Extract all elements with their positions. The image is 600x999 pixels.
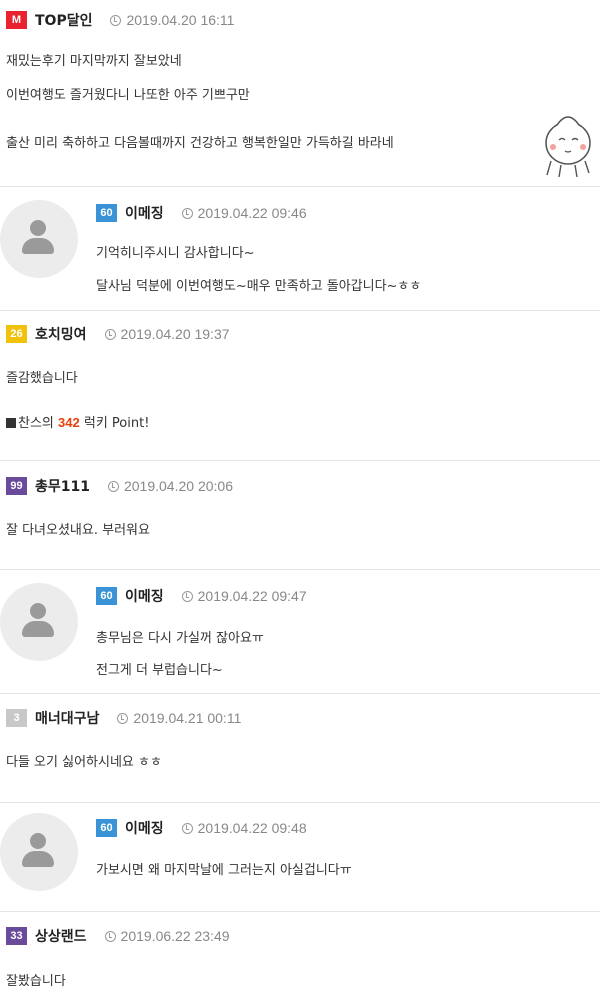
comment-text: 기억히니주시니 감사합니다~ [96, 246, 255, 261]
comment-date: 2019.04.21 00:11 [133, 710, 242, 726]
level-badge: 60 [96, 819, 117, 837]
comment-header: M TOP달인 2019.04.20 16:11 [6, 10, 234, 30]
comment-text: 재밌는후기 마지막까지 잘보았네 [6, 54, 182, 69]
comment-header: 99 총무111 2019.04.20 20:06 [6, 476, 233, 496]
comment-item: 3 매너대구남 2019.04.21 00:11 다들 오기 싫어하시네요 ㅎㅎ [0, 694, 600, 803]
comment-date: 2019.06.22 23:49 [120, 928, 230, 944]
author-name[interactable]: 이메징 [125, 586, 164, 606]
comment-text: 즐감했습니다 [6, 371, 78, 386]
comment-text: 가보시면 왜 마지막날에 그러는지 아실겁니다ㅠ [96, 863, 352, 878]
avatar [0, 583, 78, 661]
comment-text: 전그게 더 부럽습니다~ [96, 663, 223, 678]
comment-header: 33 상상랜드 2019.06.22 23:49 [6, 926, 230, 946]
clock-icon [181, 207, 193, 219]
level-badge: M [6, 11, 27, 29]
level-badge: 60 [96, 204, 117, 222]
reply-item: 60 이메징 2019.04.22 09:48 가보시면 왜 마지막날에 그러는… [0, 803, 600, 912]
author-name[interactable]: 호치밍여 [35, 324, 87, 344]
comment-item: 26 호치밍여 2019.04.20 19:37 즐감했습니다 찬스의 342 … [0, 311, 600, 461]
comment-date: 2019.04.22 09:46 [197, 205, 307, 221]
avatar [0, 813, 78, 891]
level-badge: 99 [6, 477, 27, 495]
comment-item: M TOP달인 2019.04.20 16:11 재밌는후기 마지막까지 잘보았… [0, 0, 600, 187]
author-name[interactable]: 이메징 [125, 818, 164, 838]
comment-text: 출산 미리 축하하고 다음볼때까지 건강하고 행복한일만 가득하길 바라네 [6, 136, 394, 151]
comment-text: 이번여행도 즐거웠다니 나또한 아주 기쁘구만 [6, 88, 250, 103]
author-name[interactable]: 상상랜드 [35, 926, 87, 946]
lucky-point-line: 찬스의 342 럭키 Point! [6, 412, 149, 431]
clock-icon [117, 712, 129, 724]
reply-item: 60 이메징 2019.04.22 09:46 기억히니주시니 감사합니다~ 달… [0, 187, 600, 311]
comment-text: 다들 오기 싫어하시네요 ㅎㅎ [6, 755, 162, 770]
author-name[interactable]: 총무111 [35, 476, 90, 496]
clock-icon [107, 480, 119, 492]
comment-text: 총무님은 다시 가실꺼 잖아요ㅠ [96, 631, 264, 646]
lucky-points: 342 [58, 415, 80, 430]
clock-icon [104, 328, 116, 340]
comment-text: 잘봤습니다 [6, 974, 66, 989]
level-badge: 26 [6, 325, 27, 343]
level-badge: 33 [6, 927, 27, 945]
comment-header: 60 이메징 2019.04.22 09:47 [96, 586, 307, 606]
comment-header: 26 호치밍여 2019.04.20 19:37 [6, 324, 230, 344]
level-badge: 60 [96, 587, 117, 605]
comment-text: 잘 다녀오셨내요. 부러워요 [6, 523, 150, 538]
comment-date: 2019.04.20 19:37 [120, 326, 230, 342]
comment-header: 60 이메징 2019.04.22 09:48 [96, 818, 307, 838]
comment-date: 2019.04.20 16:11 [126, 12, 235, 28]
clock-icon [104, 930, 116, 942]
comment-date: 2019.04.20 20:06 [123, 478, 233, 494]
avatar [0, 200, 78, 278]
emoticon-sticker-icon [545, 116, 591, 178]
clock-icon [181, 822, 193, 834]
author-name[interactable]: 매너대구남 [35, 708, 99, 728]
comment-item: 99 총무111 2019.04.20 20:06 잘 다녀오셨내요. 부러워요 [0, 461, 600, 570]
comment-header: 60 이메징 2019.04.22 09:46 [96, 203, 307, 223]
comment-date: 2019.04.22 09:47 [197, 588, 307, 604]
reply-item: 60 이메징 2019.04.22 09:47 총무님은 다시 가실꺼 잖아요ㅠ… [0, 570, 600, 694]
comment-text: 달사님 덕분에 이번여행도~매우 만족하고 돌아갑니다~ㅎㅎ [96, 279, 422, 294]
comment-item: 33 상상랜드 2019.06.22 23:49 잘봤습니다 [0, 912, 600, 999]
clock-icon [181, 590, 193, 602]
clock-icon [110, 14, 122, 26]
comment-header: 3 매너대구남 2019.04.21 00:11 [6, 708, 241, 728]
level-badge: 3 [6, 709, 27, 727]
gift-icon [6, 418, 16, 428]
comment-date: 2019.04.22 09:48 [197, 820, 307, 836]
author-name[interactable]: 이메징 [125, 203, 164, 223]
author-name[interactable]: TOP달인 [35, 10, 92, 30]
